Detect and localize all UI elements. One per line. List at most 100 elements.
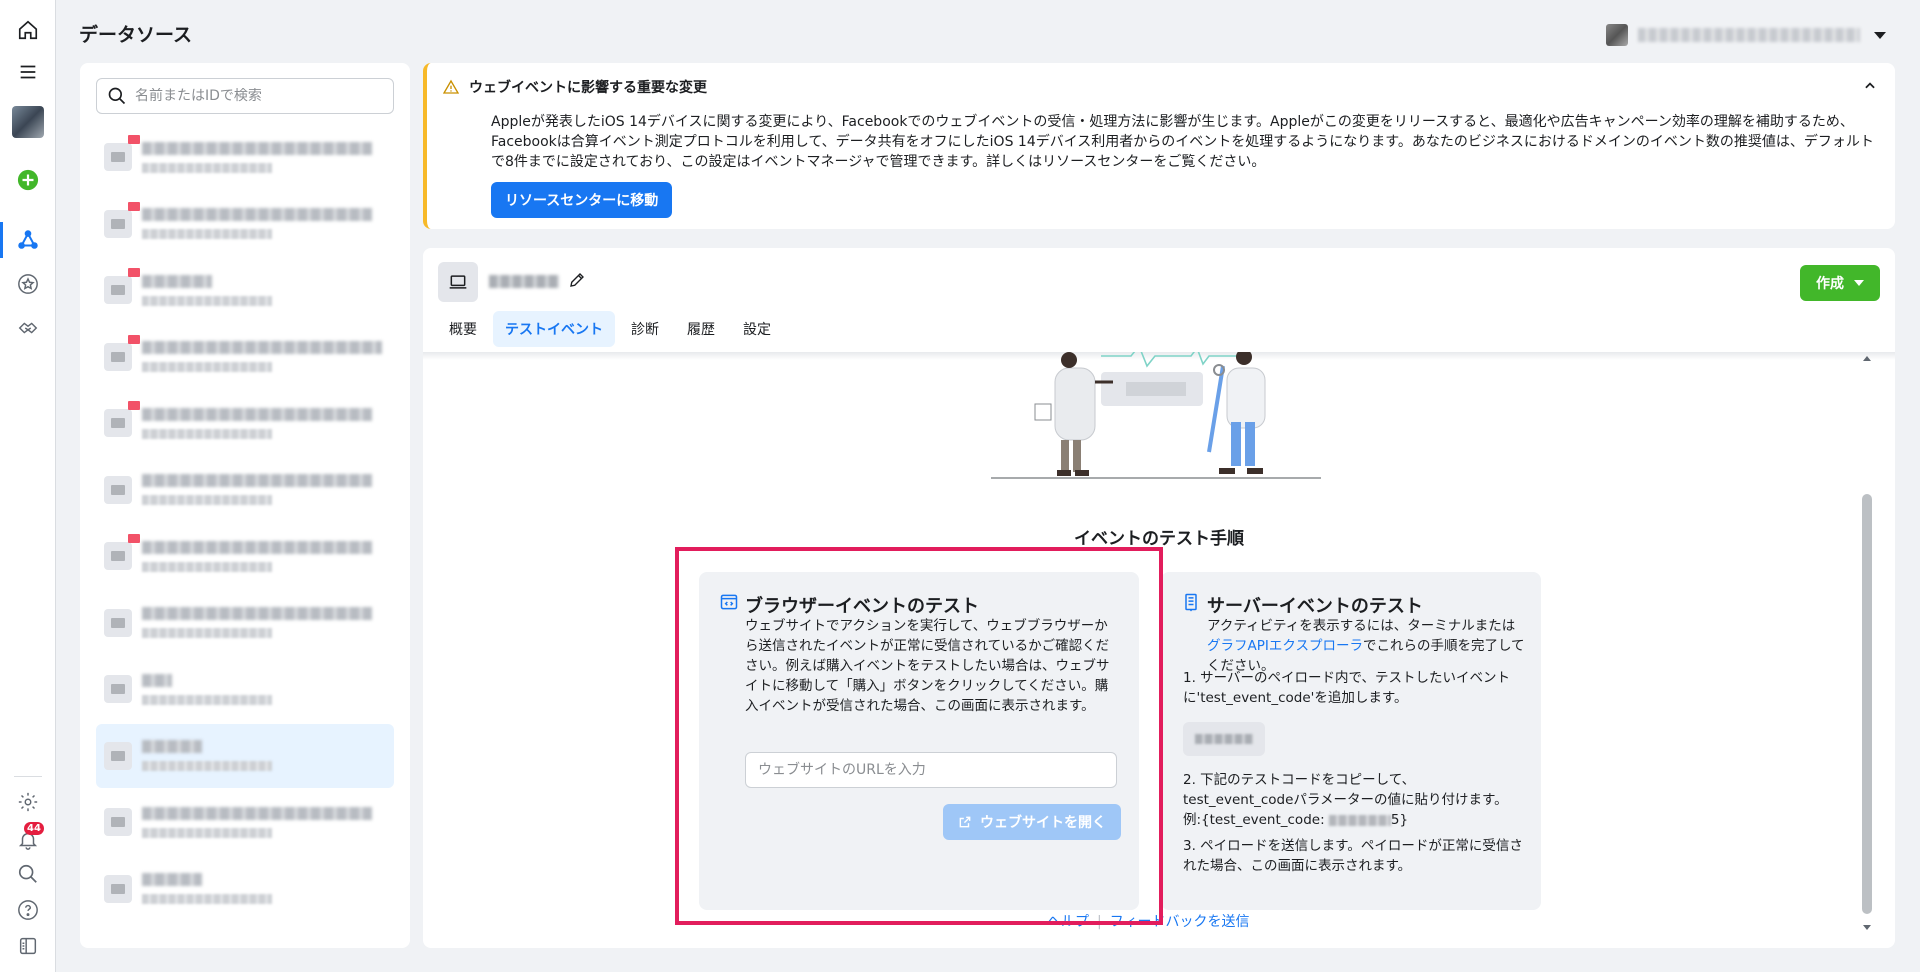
notice-header: ウェブイベントに影響する重要な変更 <box>443 77 707 97</box>
data-source-item[interactable] <box>96 790 394 854</box>
warning-flag-icon <box>128 401 140 410</box>
data-source-name-redacted <box>142 673 172 687</box>
test-illustration <box>991 352 1321 479</box>
notice-title: ウェブイベントに影響する重要な変更 <box>469 80 707 96</box>
footer-separator: | <box>1097 914 1102 930</box>
pixel-thumbnail-icon <box>104 808 132 836</box>
data-source-text <box>142 540 394 572</box>
browser-test-title: ブラウザーイベントのテスト <box>745 596 979 617</box>
scrollbar-thumb[interactable] <box>1862 494 1872 914</box>
data-source-item[interactable] <box>96 857 394 921</box>
data-source-item[interactable] <box>96 192 394 256</box>
data-source-name-redacted <box>142 806 372 820</box>
pixel-thumbnail-icon <box>104 401 140 437</box>
tab-test-events[interactable]: テストイベント <box>493 311 615 347</box>
pixel-thumbnail-icon <box>104 475 132 504</box>
active-indicator <box>0 222 3 258</box>
external-link-icon <box>959 816 971 828</box>
data-source-id-redacted <box>142 561 272 572</box>
warning-flag-icon <box>128 201 140 211</box>
search-box[interactable] <box>96 78 394 114</box>
data-source-text <box>142 141 394 173</box>
data-source-item[interactable] <box>96 723 394 788</box>
open-website-label: ウェブサイトを開く <box>980 815 1106 831</box>
data-source-name-redacted <box>142 474 372 487</box>
search-input[interactable] <box>135 88 375 104</box>
data-source-item[interactable] <box>96 258 394 322</box>
notice-body: Appleが発表したiOS 14デバイスに関する変更により、Facebookでの… <box>491 114 1874 170</box>
data-source-text <box>142 673 394 705</box>
data-source-id-redacted <box>142 894 272 904</box>
data-source-text <box>142 740 394 771</box>
data-source-list <box>80 63 410 948</box>
settings-icon[interactable] <box>12 786 44 818</box>
data-source-text <box>142 806 394 838</box>
pixel-thumbnail-icon <box>104 874 132 903</box>
warning-icon <box>443 79 459 94</box>
website-url-input[interactable] <box>745 752 1117 788</box>
data-source-id-redacted <box>142 628 272 638</box>
data-source-id-redacted <box>142 694 272 705</box>
pencil-icon[interactable] <box>568 271 586 289</box>
help-icon[interactable] <box>12 894 44 926</box>
data-source-item[interactable] <box>96 657 394 721</box>
test-code-chip[interactable] <box>1183 722 1265 756</box>
data-source-name-redacted <box>142 740 202 753</box>
search-icon[interactable] <box>12 858 44 890</box>
add-icon[interactable] <box>12 164 44 196</box>
tab-settings[interactable]: 設定 <box>731 311 783 347</box>
collapse-button[interactable] <box>1859 75 1881 97</box>
business-account-selector[interactable] <box>1598 18 1894 52</box>
scroll-down-icon[interactable] <box>1863 925 1871 930</box>
home-icon[interactable] <box>12 14 44 46</box>
data-source-name-redacted <box>142 208 372 221</box>
send-feedback-link[interactable]: フィードバックを送信 <box>1110 914 1250 930</box>
pixel-thumbnail-icon <box>104 741 132 770</box>
pixel-thumbnail-icon <box>104 534 140 570</box>
browser-event-test-panel: ブラウザーイベントのテスト ウェブサイトでアクションを実行して、ウェブブラウザー… <box>699 572 1139 910</box>
data-source-text <box>142 274 394 306</box>
data-source-item[interactable] <box>96 458 394 522</box>
data-source-text <box>142 474 394 505</box>
section-title: イベントのテスト手順 <box>1074 529 1244 549</box>
pixel-thumbnail-icon <box>104 135 140 171</box>
menu-icon[interactable] <box>12 56 44 88</box>
data-source-id-redacted <box>142 162 272 173</box>
notification-badge: 44 <box>24 822 44 835</box>
resource-center-button[interactable]: リソースセンターに移動 <box>491 182 673 218</box>
server-step-3: 3. ペイロードを送信します。ペイロードが正常に受信された場合、この画面に表示さ… <box>1183 838 1523 874</box>
events-manager-icon[interactable] <box>12 224 44 256</box>
help-link[interactable]: ヘルプ <box>1047 914 1089 930</box>
scroll-up-icon[interactable] <box>1863 356 1871 361</box>
tab-overview[interactable]: 概要 <box>437 311 489 347</box>
data-source-item[interactable] <box>96 391 394 455</box>
tab-history[interactable]: 履歴 <box>675 311 727 347</box>
tab-bar: 概要 テストイベント 診断 履歴 設定 <box>437 311 783 347</box>
create-button-label: 作成 <box>1816 276 1844 292</box>
data-source-id-redacted <box>142 495 272 505</box>
star-icon[interactable] <box>12 268 44 300</box>
data-source-item[interactable] <box>96 325 394 389</box>
partner-icon[interactable] <box>12 312 44 344</box>
data-source-item[interactable] <box>96 125 394 189</box>
create-button[interactable]: 作成 <box>1800 265 1880 301</box>
search-icon <box>108 87 126 105</box>
data-source-id-redacted <box>142 428 272 439</box>
data-source-name-redacted <box>142 141 372 155</box>
business-avatar <box>1606 24 1628 46</box>
server-event-test-panel: サーバーイベントのテスト アクティビティを表示するには、ターミナルまたはグラフA… <box>1161 572 1541 910</box>
scrollbar[interactable] <box>1860 356 1874 930</box>
data-source-id-redacted <box>142 229 272 239</box>
avatar[interactable] <box>12 106 44 138</box>
browser-code-icon <box>720 594 738 610</box>
data-source-item[interactable] <box>96 524 394 588</box>
data-source-text <box>142 873 394 904</box>
pixel-icon <box>438 262 478 302</box>
sidebar-toggle-icon[interactable] <box>12 930 44 962</box>
pixel-thumbnail-icon <box>104 608 132 637</box>
data-source-item[interactable] <box>96 591 394 655</box>
data-source-name-redacted <box>142 607 372 620</box>
open-website-button[interactable]: ウェブサイトを開く <box>943 804 1121 840</box>
graph-api-explorer-link[interactable]: グラフAPIエクスプローラ <box>1207 638 1363 654</box>
tab-diagnostics[interactable]: 診断 <box>619 311 671 347</box>
